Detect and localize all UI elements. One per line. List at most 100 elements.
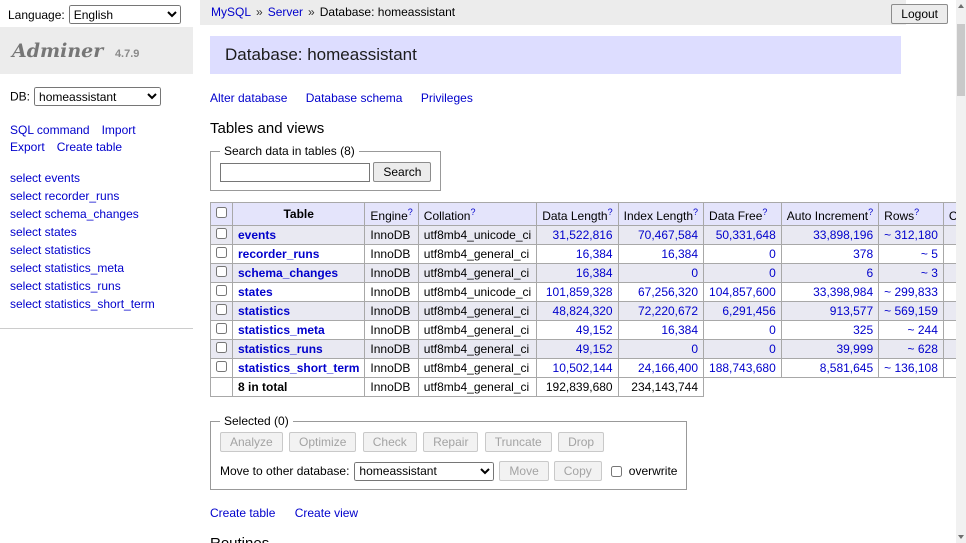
table-name-link[interactable]: states: [238, 285, 273, 299]
table-name-link[interactable]: statistics_runs: [238, 342, 323, 356]
row-select-checkbox[interactable]: [216, 342, 227, 353]
data-length-link[interactable]: 10,502,144: [553, 361, 613, 375]
sidebar-item-select-statistics-short-term[interactable]: select statistics_short_term: [10, 297, 155, 311]
logout-button[interactable]: Logout: [891, 4, 948, 24]
sidebar-link-import[interactable]: Import: [102, 123, 136, 137]
auto-increment-link[interactable]: 8,581,645: [820, 361, 873, 375]
rows-count-link[interactable]: ~ 299,833: [884, 285, 938, 299]
copy-button[interactable]: Copy: [554, 461, 602, 481]
rows-count-link[interactable]: ~ 569,159: [884, 304, 938, 318]
search-input[interactable]: [220, 163, 370, 182]
auto-increment-link[interactable]: 33,398,984: [813, 285, 873, 299]
sidebar-item-select-statistics[interactable]: select statistics: [10, 243, 91, 257]
data-length-link[interactable]: 16,384: [576, 266, 613, 280]
index-length-link[interactable]: 16,384: [661, 247, 698, 261]
data-length-link[interactable]: 49,152: [576, 323, 613, 337]
data-free-link[interactable]: 188,743,680: [709, 361, 776, 375]
data-free-link[interactable]: 0: [769, 266, 776, 280]
help-icon[interactable]: ?: [914, 207, 919, 217]
check-button[interactable]: Check: [363, 432, 417, 452]
table-name-link[interactable]: statistics_short_term: [238, 361, 359, 375]
auto-increment-link[interactable]: 913,577: [830, 304, 873, 318]
table-name-link[interactable]: recorder_runs: [238, 247, 319, 261]
auto-increment-link[interactable]: 378: [853, 247, 873, 261]
repair-button[interactable]: Repair: [423, 432, 478, 452]
optimize-button[interactable]: Optimize: [289, 432, 356, 452]
privileges-link[interactable]: Privileges: [421, 91, 473, 105]
select-all-checkbox[interactable]: [216, 207, 227, 218]
move-button[interactable]: Move: [499, 461, 548, 481]
sidebar-link-create-table[interactable]: Create table: [57, 140, 122, 154]
index-length-link[interactable]: 72,220,672: [638, 304, 698, 318]
language-select[interactable]: English: [69, 5, 181, 24]
sidebar-item-select-states[interactable]: select states: [10, 225, 77, 239]
alter-database-link[interactable]: Alter database: [210, 91, 287, 105]
move-database-select[interactable]: homeassistant: [354, 462, 494, 481]
row-select-checkbox[interactable]: [216, 361, 227, 372]
search-button[interactable]: Search: [373, 162, 431, 182]
help-icon[interactable]: ?: [470, 207, 475, 217]
help-icon[interactable]: ?: [762, 207, 767, 217]
breadcrumb-mysql-link[interactable]: MySQL: [211, 5, 251, 19]
data-free-link[interactable]: 0: [769, 342, 776, 356]
auto-increment-link[interactable]: 325: [853, 323, 873, 337]
data-length-link[interactable]: 16,384: [576, 247, 613, 261]
table-name-link[interactable]: events: [238, 228, 276, 242]
index-length-link[interactable]: 70,467,584: [638, 228, 698, 242]
index-length-link[interactable]: 0: [691, 266, 698, 280]
row-select-checkbox[interactable]: [216, 266, 227, 277]
scrollbar-thumb[interactable]: [957, 24, 965, 96]
auto-increment-link[interactable]: 6: [866, 266, 873, 280]
help-icon[interactable]: ?: [693, 207, 698, 217]
scrollbar-up-icon[interactable]: [956, 0, 966, 12]
row-select-checkbox[interactable]: [216, 228, 227, 239]
index-length-link[interactable]: 67,256,320: [638, 285, 698, 299]
sidebar-item-select-recorder-runs[interactable]: select recorder_runs: [10, 189, 119, 203]
table-name-link[interactable]: statistics: [238, 304, 290, 318]
data-free-link[interactable]: 0: [769, 247, 776, 261]
row-select-checkbox[interactable]: [216, 323, 227, 334]
scrollbar[interactable]: [956, 0, 966, 543]
create-view-link[interactable]: Create view: [295, 506, 358, 520]
rows-count-link[interactable]: ~ 244: [908, 323, 938, 337]
sidebar-item-select-events[interactable]: select events: [10, 171, 80, 185]
row-select-checkbox[interactable]: [216, 304, 227, 315]
help-icon[interactable]: ?: [608, 207, 613, 217]
drop-button[interactable]: Drop: [558, 432, 604, 452]
sidebar-item-select-schema-changes[interactable]: select schema_changes: [10, 207, 139, 221]
db-select[interactable]: homeassistant: [34, 87, 161, 106]
data-length-link[interactable]: 49,152: [576, 342, 613, 356]
database-schema-link[interactable]: Database schema: [306, 91, 403, 105]
table-name-link[interactable]: schema_changes: [238, 266, 338, 280]
table-name-link[interactable]: statistics_meta: [238, 323, 325, 337]
index-length-link[interactable]: 16,384: [661, 323, 698, 337]
help-icon[interactable]: ?: [408, 207, 413, 217]
data-length-link[interactable]: 48,824,320: [553, 304, 613, 318]
breadcrumb-server-link[interactable]: Server: [268, 5, 303, 19]
rows-count-link[interactable]: ~ 312,180: [884, 228, 938, 242]
data-free-link[interactable]: 6,291,456: [722, 304, 775, 318]
data-length-link[interactable]: 31,522,816: [553, 228, 613, 242]
rows-count-link[interactable]: ~ 3: [921, 266, 938, 280]
data-free-link[interactable]: 50,331,648: [716, 228, 776, 242]
row-select-checkbox[interactable]: [216, 247, 227, 258]
scrollbar-down-icon[interactable]: [956, 531, 966, 543]
truncate-button[interactable]: Truncate: [485, 432, 552, 452]
overwrite-checkbox[interactable]: [611, 466, 622, 477]
sidebar-link-export[interactable]: Export: [10, 140, 45, 154]
auto-increment-link[interactable]: 39,999: [836, 342, 873, 356]
rows-count-link[interactable]: ~ 5: [921, 247, 938, 261]
row-select-checkbox[interactable]: [216, 285, 227, 296]
auto-increment-link[interactable]: 33,898,196: [813, 228, 873, 242]
create-table-link[interactable]: Create table: [210, 506, 275, 520]
rows-count-link[interactable]: ~ 628: [908, 342, 938, 356]
data-free-link[interactable]: 104,857,600: [709, 285, 776, 299]
analyze-button[interactable]: Analyze: [220, 432, 283, 452]
data-length-link[interactable]: 101,859,328: [546, 285, 613, 299]
rows-count-link[interactable]: ~ 136,108: [884, 361, 938, 375]
sidebar-link-sql-command[interactable]: SQL command: [10, 123, 90, 137]
help-icon[interactable]: ?: [868, 207, 873, 217]
index-length-link[interactable]: 0: [691, 342, 698, 356]
sidebar-item-select-statistics-meta[interactable]: select statistics_meta: [10, 261, 124, 275]
sidebar-item-select-statistics-runs[interactable]: select statistics_runs: [10, 279, 121, 293]
